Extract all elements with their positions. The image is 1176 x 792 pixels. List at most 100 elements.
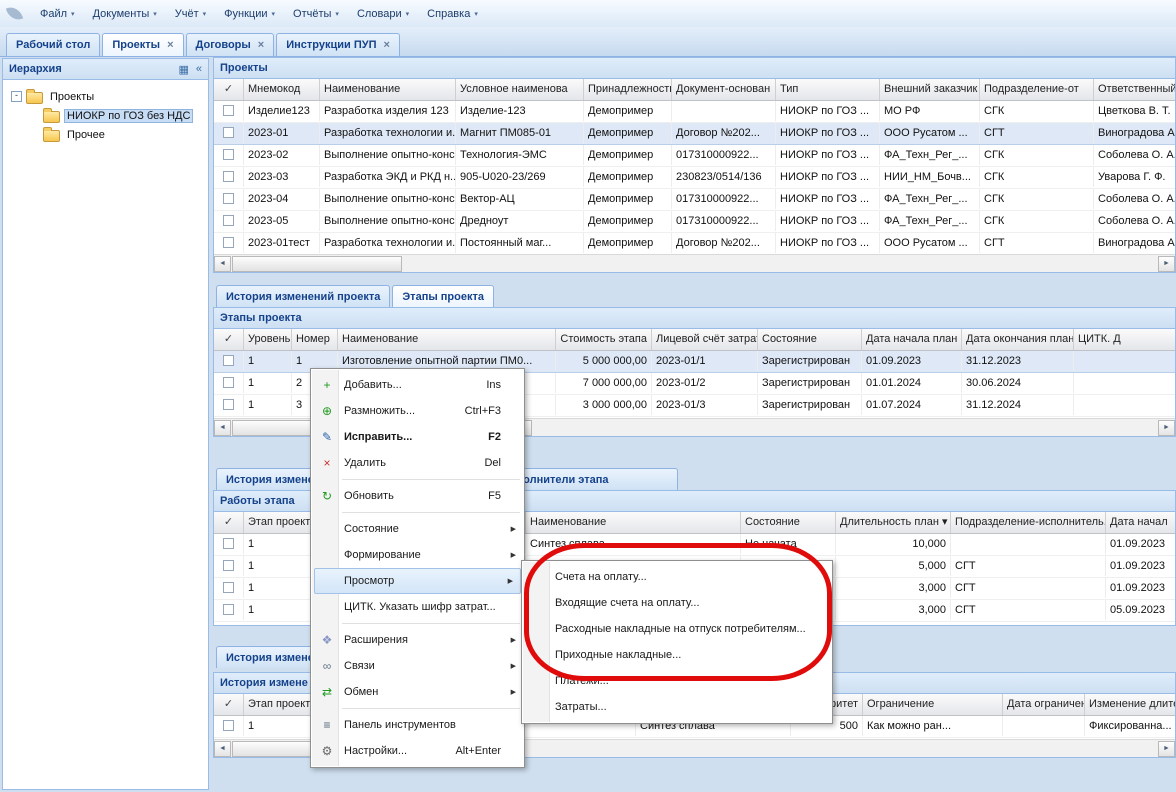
column-header[interactable]: Состояние xyxy=(741,512,836,533)
table-row[interactable]: Изделие123Разработка изделия 123Изделие-… xyxy=(214,101,1175,123)
tree-item[interactable]: НИОКР по ГОЗ без НДС xyxy=(3,106,208,125)
column-header[interactable]: Стоимость этапа xyxy=(556,329,652,350)
checkbox[interactable] xyxy=(223,193,234,204)
menubar-item-1[interactable]: Файл▾ xyxy=(31,5,84,23)
column-header[interactable]: Мнемокод xyxy=(244,79,320,100)
menu-item[interactable]: ≡Панель инструментов xyxy=(312,712,523,738)
column-header[interactable]: Номер xyxy=(292,329,338,350)
expander-icon[interactable]: - xyxy=(11,91,22,102)
column-header[interactable]: Тип xyxy=(776,79,880,100)
row-select-cell xyxy=(214,101,244,121)
column-header[interactable]: ЦИТК. Д xyxy=(1074,329,1175,350)
checkbox[interactable] xyxy=(223,399,234,410)
tab-2[interactable]: Этапы проекта xyxy=(392,285,494,307)
column-header[interactable]: Состояние xyxy=(758,329,862,350)
menu-item[interactable]: ✎Исправить...F2 xyxy=(312,424,523,450)
column-header-select[interactable]: ✓ xyxy=(214,694,244,715)
column-header[interactable]: Ограничение xyxy=(863,694,1003,715)
menu-item[interactable]: Затраты... xyxy=(523,694,831,720)
menu-item[interactable]: ⚙Настройки...Alt+Enter xyxy=(312,738,523,764)
table-row[interactable]: 2023-04Выполнение опытно-конс...Вектор-А… xyxy=(214,189,1175,211)
scroll-right-button[interactable]: ► xyxy=(1158,420,1175,436)
column-header[interactable]: Изменение длите xyxy=(1085,694,1175,715)
menubar-item-2[interactable]: Документы▾ xyxy=(84,5,166,23)
close-icon[interactable]: × xyxy=(258,40,264,50)
menu-item[interactable]: Просмотр▶ xyxy=(314,568,521,594)
tab-1[interactable]: История изменений проекта xyxy=(216,285,390,307)
menubar-item-7[interactable]: Справка▾ xyxy=(418,5,487,23)
column-header[interactable]: Длительность план ▾ xyxy=(836,512,951,533)
table-row[interactable]: 2023-03Разработка ЭКД и РКД н...905-U020… xyxy=(214,167,1175,189)
column-header[interactable]: Дата ограничения xyxy=(1003,694,1085,715)
scroll-left-button[interactable]: ◄ xyxy=(214,420,231,436)
checkbox[interactable] xyxy=(223,582,234,593)
table-cell: 2023-01 xyxy=(244,123,320,143)
column-header[interactable]: Наименование xyxy=(526,512,741,533)
tree-item[interactable]: Прочее xyxy=(3,125,208,144)
menu-item[interactable]: Формирование▶ xyxy=(312,542,523,568)
scroll-left-button[interactable]: ◄ xyxy=(214,741,231,757)
checkbox[interactable] xyxy=(223,538,234,549)
checkbox[interactable] xyxy=(223,377,234,388)
checkbox[interactable] xyxy=(223,171,234,182)
menubar-item-4[interactable]: Функции▾ xyxy=(215,5,284,23)
menu-item[interactable]: ↻ОбновитьF5 xyxy=(312,483,523,509)
menu-item[interactable]: ❖Расширения▶ xyxy=(312,627,523,653)
menubar-item-5[interactable]: Отчёты▾ xyxy=(284,5,348,23)
menu-item[interactable]: ×УдалитьDel xyxy=(312,450,523,476)
column-header[interactable]: Принадлежность xyxy=(584,79,672,100)
column-header[interactable]: Дата начал xyxy=(1106,512,1175,533)
column-header[interactable]: Уровень xyxy=(244,329,292,350)
column-header[interactable]: Внешний заказчик xyxy=(880,79,980,100)
column-header[interactable]: Дата начала план xyxy=(862,329,962,350)
scroll-right-button[interactable]: ► xyxy=(1158,741,1175,757)
grid-icon[interactable]: ▦ xyxy=(178,63,188,76)
table-row[interactable]: 2023-05Выполнение опытно-конс...Дредноут… xyxy=(214,211,1175,233)
checkbox[interactable] xyxy=(223,355,234,366)
column-header[interactable]: Подразделение-исполнитель.. xyxy=(951,512,1106,533)
menu-item[interactable]: ⇄Обмен▶ xyxy=(312,679,523,705)
tab-2[interactable]: Проекты× xyxy=(102,33,183,56)
scrollbar-thumb[interactable] xyxy=(232,256,402,272)
menubar-item-3[interactable]: Учёт▾ xyxy=(166,5,215,23)
menu-item-label: Обновить xyxy=(344,490,488,502)
checkbox[interactable] xyxy=(223,149,234,160)
menubar-item-6[interactable]: Словари▾ xyxy=(348,5,418,23)
scroll-right-button[interactable]: ► xyxy=(1158,256,1175,272)
column-header[interactable]: Условное наименова xyxy=(456,79,584,100)
tab-1[interactable]: Рабочий стол xyxy=(6,33,100,56)
column-header[interactable]: Лицевой счёт затрат xyxy=(652,329,758,350)
checkbox[interactable] xyxy=(223,560,234,571)
table-row[interactable]: 2023-02Выполнение опытно-конс...Технолог… xyxy=(214,145,1175,167)
checkbox[interactable] xyxy=(223,105,234,116)
column-header[interactable]: Наименование xyxy=(320,79,456,100)
checkbox[interactable] xyxy=(223,237,234,248)
menu-item[interactable]: ∞Связи▶ xyxy=(312,653,523,679)
close-icon[interactable]: × xyxy=(167,40,173,50)
menu-item[interactable]: ⊕Размножить...Ctrl+F3 xyxy=(312,398,523,424)
checkbox[interactable] xyxy=(223,720,234,731)
tab-3[interactable]: Договоры× xyxy=(186,33,275,56)
checkbox[interactable] xyxy=(223,604,234,615)
close-icon[interactable]: × xyxy=(384,40,390,50)
menu-item[interactable]: Состояние▶ xyxy=(312,516,523,542)
column-header-select[interactable]: ✓ xyxy=(214,329,244,350)
table-row[interactable]: 2023-01Разработка технологии и...Магнит … xyxy=(214,123,1175,145)
column-header[interactable]: Документ-основан xyxy=(672,79,776,100)
scroll-left-button[interactable]: ◄ xyxy=(214,256,231,272)
table-row[interactable]: 2023-01тестРазработка технологии и...Пос… xyxy=(214,233,1175,254)
checkbox[interactable] xyxy=(223,215,234,226)
table-cell: 01.07.2024 xyxy=(862,395,962,415)
tab-4[interactable]: Инструкции ПУП× xyxy=(276,33,400,56)
menu-item[interactable]: +Добавить...Ins xyxy=(312,372,523,398)
tree-item[interactable]: -Проекты xyxy=(3,87,208,106)
column-header-select[interactable]: ✓ xyxy=(214,512,244,533)
column-header[interactable]: Подразделение-от xyxy=(980,79,1094,100)
column-header[interactable]: Ответственный xyxy=(1094,79,1175,100)
column-header-select[interactable]: ✓ xyxy=(214,79,244,100)
column-header[interactable]: Наименование xyxy=(338,329,556,350)
column-header[interactable]: Дата окончания план xyxy=(962,329,1074,350)
menu-item[interactable]: ЦИТК. Указать шифр затрат... xyxy=(312,594,523,620)
checkbox[interactable] xyxy=(223,127,234,138)
collapse-icon[interactable]: « xyxy=(196,63,202,76)
